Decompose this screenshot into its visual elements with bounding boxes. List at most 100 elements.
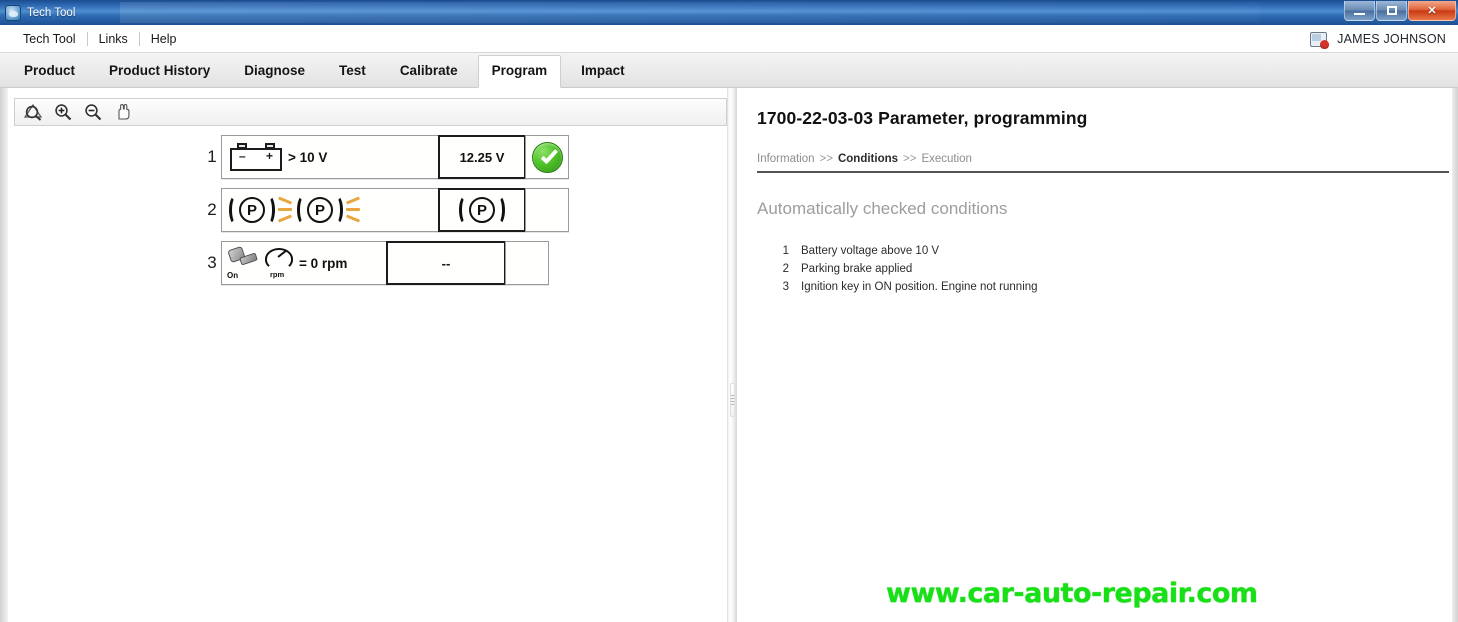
section-heading: Automatically checked conditions: [757, 199, 1008, 218]
status-ok-icon: [531, 141, 563, 173]
condition-row-cells: P P P: [221, 188, 569, 232]
list-item-index: 2: [782, 263, 789, 275]
pan-hand-icon[interactable]: [109, 100, 137, 124]
menu-bar: Tech Tool Links Help JAMES JOHNSON: [0, 25, 1458, 53]
parking-brake-icon: P: [226, 193, 278, 227]
condition-row-cells: – + > 10 V 12.25 V: [221, 135, 569, 179]
maximize-button[interactable]: [1376, 1, 1407, 21]
breadcrumb-item-execution[interactable]: Execution: [921, 153, 972, 165]
breadcrumb-divider: [757, 171, 1449, 173]
tab-product[interactable]: Product: [10, 55, 89, 87]
condition-description-cell: P P: [221, 188, 439, 232]
title-bar: Tech Tool ✕: [0, 0, 1458, 25]
zoom-out-icon[interactable]: [79, 100, 107, 124]
content-right-edge: [1452, 88, 1458, 622]
list-item-index: 3: [782, 281, 789, 293]
page-title: 1700-22-03-03 Parameter, programming: [757, 108, 1088, 128]
brake-flash-rays-left: [277, 196, 294, 224]
watermark: www.car-auto-repair.com: [886, 578, 1258, 609]
condition-row-1: 1 – + > 10 V 12.25 V: [203, 135, 569, 179]
menu-item-links[interactable]: Links: [88, 30, 139, 48]
zoom-in-icon[interactable]: [49, 100, 77, 124]
main-tab-bar: Product Product History Diagnose Test Ca…: [0, 53, 1458, 88]
close-button[interactable]: ✕: [1408, 1, 1456, 21]
condition-row-cells: On rpm = 0 rpm --: [221, 241, 553, 285]
list-item: 1 Battery voltage above 10 V: [779, 242, 1452, 260]
window-title: Tech Tool: [27, 6, 76, 19]
condition-description-cell: On rpm = 0 rpm: [221, 241, 387, 285]
condition-1-description: > 10 V: [288, 149, 328, 165]
brake-flash-rays-right: [345, 196, 362, 224]
battery-body: [230, 148, 282, 171]
key-on-label: On: [227, 271, 239, 280]
zoom-out-glyph: [85, 104, 102, 121]
condition-3-status: [505, 241, 549, 285]
graphics-toolbar: [14, 98, 727, 126]
list-item-index: 1: [782, 245, 789, 257]
checked-conditions-list: 1 Battery voltage above 10 V 2 Parking b…: [757, 242, 1452, 296]
condition-3-value: --: [386, 241, 506, 285]
condition-description-cell: – + > 10 V: [221, 135, 439, 179]
tab-calibrate[interactable]: Calibrate: [386, 55, 472, 87]
breadcrumb-separator: >>: [903, 153, 917, 165]
conditions-status-table: 1 – + > 10 V 12.25 V 2 P P P 3 On rpm = …: [203, 135, 569, 294]
grip-line: [731, 404, 734, 405]
parking-brake-icon-value: P: [456, 193, 508, 227]
maximize-icon: [1386, 6, 1397, 15]
condition-row-2: 2 P P P: [203, 188, 569, 232]
splitter-grip-handle[interactable]: [730, 383, 735, 417]
breadcrumb-item-information[interactable]: Information: [757, 153, 815, 165]
gauge-dial: [265, 248, 293, 270]
pane-splitter[interactable]: [727, 88, 737, 622]
grip-line: [731, 401, 734, 402]
menu-item-help[interactable]: Help: [140, 30, 188, 48]
menu-items: Tech Tool Links Help: [0, 30, 188, 48]
user-area[interactable]: JAMES JOHNSON: [1310, 25, 1446, 53]
window-controls: ✕: [1344, 1, 1456, 21]
condition-row-number: 1: [207, 147, 217, 166]
brake-arc-right: [262, 195, 275, 225]
battery-plus-label: +: [265, 149, 273, 163]
user-account-icon: [1310, 31, 1330, 49]
minimize-icon: [1354, 12, 1365, 15]
zoom-in-glyph: [55, 104, 72, 121]
minimize-button[interactable]: [1344, 1, 1375, 21]
brake-arc-left: [229, 195, 242, 225]
list-item: 2 Parking brake applied: [779, 260, 1452, 278]
close-icon: ✕: [1427, 5, 1437, 17]
condition-1-value: 12.25 V: [438, 135, 526, 179]
menu-item-tech-tool[interactable]: Tech Tool: [12, 30, 87, 48]
tab-impact[interactable]: Impact: [567, 55, 639, 87]
brake-arc-left: [459, 195, 472, 225]
grip-line: [731, 395, 734, 396]
app-icon: [5, 4, 21, 21]
zoom-fit-icon[interactable]: [19, 100, 47, 124]
condition-3-description: = 0 rpm: [299, 255, 348, 271]
tab-program[interactable]: Program: [477, 55, 562, 88]
tab-product-history[interactable]: Product History: [95, 55, 224, 87]
user-name-label: JAMES JOHNSON: [1337, 32, 1446, 46]
pan-hand-glyph: [118, 103, 130, 120]
tab-test[interactable]: Test: [325, 55, 380, 87]
brake-arc-left: [297, 195, 310, 225]
application-window: Tech Tool ✕ Tech Tool Links Help JAMES J…: [0, 0, 1458, 622]
battery-icon: – +: [230, 143, 282, 171]
list-item-text: Ignition key in ON position. Engine not …: [801, 281, 1038, 293]
brake-arc-right: [330, 195, 343, 225]
ignition-key-icon: On: [227, 246, 261, 280]
condition-2-status: [525, 188, 569, 232]
condition-row-number: 2: [207, 200, 217, 219]
graphic-conditions-pane: 1 – + > 10 V 12.25 V 2 P P P 3 On rpm = …: [8, 88, 727, 622]
breadcrumb: Information >> Conditions >> Execution: [757, 153, 1452, 165]
brake-arc-right: [492, 195, 505, 225]
condition-2-value: P: [438, 188, 526, 232]
condition-row-3: 3 On rpm = 0 rpm --: [203, 241, 553, 285]
content-area: 1 – + > 10 V 12.25 V 2 P P P 3 On rpm = …: [0, 88, 1458, 622]
battery-minus-label: –: [239, 149, 246, 163]
gauge-rpm-label: rpm: [270, 270, 285, 279]
breadcrumb-item-conditions[interactable]: Conditions: [838, 153, 898, 165]
condition-row-number: 3: [207, 253, 217, 272]
tab-diagnose[interactable]: Diagnose: [230, 55, 319, 87]
title-bar-gloss: [120, 2, 1260, 23]
tachometer-icon: rpm: [263, 247, 297, 279]
